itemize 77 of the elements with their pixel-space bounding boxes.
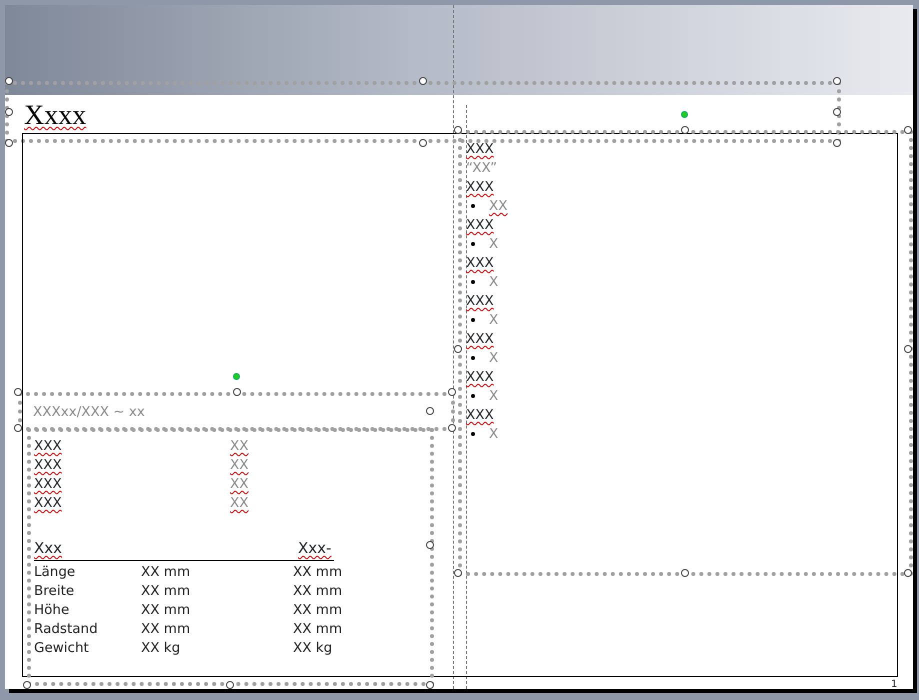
bullet-icon [471,432,475,436]
spec-label: Länge [34,563,76,582]
resize-handle[interactable] [833,108,841,116]
resize-handle[interactable] [14,388,22,396]
spec-value: XX mm [293,620,342,639]
resize-handle[interactable] [426,541,434,549]
section-heading: XXX [466,140,494,159]
resize-handle[interactable] [904,126,912,134]
resize-handle[interactable] [419,139,427,147]
resize-handle[interactable] [23,681,31,689]
bullet-icon [471,356,475,360]
section-heading: XXX [466,406,494,425]
spec-value: XX mm [293,601,342,620]
spec-label: Gewicht [34,639,89,658]
resize-handle[interactable] [426,681,434,689]
resize-handle[interactable] [233,388,241,396]
resize-handle[interactable] [448,424,456,432]
section-heading: XXX [466,292,494,311]
spec-value: XX mm [293,563,342,582]
resize-handle[interactable] [5,108,13,116]
slide-title: Xxxx [24,102,86,130]
column-header: Xxx [34,539,62,558]
bullet-text: X [489,312,498,328]
table-label: XXX [34,437,62,456]
resize-handle[interactable] [454,569,462,577]
page-number: 1 [891,678,898,692]
table-label: XXX [34,475,62,494]
resize-handle[interactable] [5,77,13,85]
resize-handle[interactable] [681,126,689,134]
spec-value: XX kg [141,639,180,658]
table-label: XXX [34,456,62,475]
resize-handle[interactable] [226,681,234,689]
section-heading: XXX [466,216,494,235]
section-heading: XXX [466,368,494,387]
rotate-handle[interactable] [681,111,688,118]
resize-handle[interactable] [904,345,912,353]
table-value: XX [230,437,248,456]
resize-handle[interactable] [448,388,456,396]
resize-handle[interactable] [833,139,841,147]
resize-handle[interactable] [904,569,912,577]
column-header: Xxx- [298,539,332,558]
bullet-icon [471,280,475,284]
resize-handle[interactable] [454,126,462,134]
bullet-icon [471,242,475,246]
spec-value: XX mm [293,582,342,601]
resize-handle[interactable] [426,407,434,415]
spec-value: XX mm [141,582,190,601]
bullet-text: XX [489,198,508,214]
resize-handle[interactable] [681,569,689,577]
section-heading: XXX [466,330,494,349]
resize-handle[interactable] [14,424,22,432]
table-value: XX [230,494,248,513]
image-caption: XXXxx/XXX ~ xx [33,403,145,422]
section-heading: XXX [466,178,494,197]
resize-handle[interactable] [454,345,462,353]
bullet-icon [471,204,475,208]
resize-handle[interactable] [5,139,13,147]
spec-label: Radstand [34,620,98,639]
bullet-icon [471,394,475,398]
rotate-handle[interactable] [233,373,240,380]
spec-value: XX mm [141,601,190,620]
bullet-text: X [489,350,498,366]
bullet-text: X [489,274,498,290]
bullet-text: X [489,388,498,404]
bullet-text: X [489,426,498,442]
quote-text: “XX” [466,159,498,178]
bullet-icon [471,318,475,322]
section-heading: XXX [466,254,494,273]
spec-label: Höhe [34,601,70,620]
table-value: XX [230,475,248,494]
spec-label: Breite [34,582,74,601]
spec-value: XX kg [293,639,332,658]
table-value: XX [230,456,248,475]
bullet-text: X [489,236,498,252]
spec-value: XX mm [141,620,190,639]
table-label: XXX [34,494,62,513]
spec-value: XX mm [141,563,190,582]
